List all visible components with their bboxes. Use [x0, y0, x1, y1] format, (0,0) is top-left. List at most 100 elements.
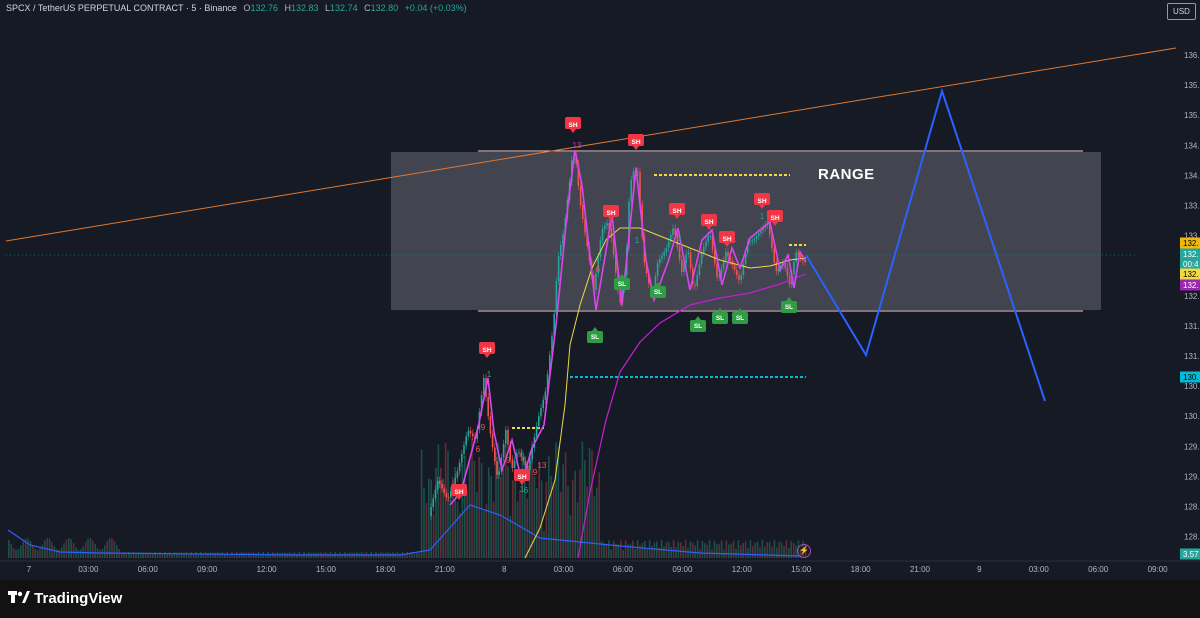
- candle-body: [661, 255, 663, 259]
- price-tick-label: 131.: [1184, 322, 1200, 331]
- time-tick-label: 03:00: [1029, 565, 1050, 574]
- bolt-icon[interactable]: ⚡: [797, 544, 811, 558]
- volume-bar: [502, 469, 504, 558]
- volume-bar: [646, 548, 648, 558]
- time-tick-label: 18:00: [375, 565, 396, 574]
- price-axis[interactable]: 136.135.135.134.134.133.133.132.132.131.…: [1184, 51, 1200, 542]
- volume-bar: [605, 545, 608, 558]
- candle-body: [518, 452, 520, 454]
- volume-bar: [634, 549, 636, 558]
- count-label: 9: [506, 456, 511, 465]
- price-tick-label: 128.: [1184, 533, 1200, 542]
- candle-body: [601, 228, 604, 241]
- volume-bar: [536, 488, 538, 558]
- volume-bar: [689, 541, 692, 558]
- volume-bar: [473, 460, 476, 558]
- price-tick-label: 133.: [1184, 202, 1200, 211]
- price-tick-label: 128.: [1184, 503, 1200, 512]
- volume-bar: [164, 552, 166, 558]
- volume-bar: [296, 553, 298, 558]
- volume-bar: [680, 542, 682, 558]
- symbol-header: SPCX / TetherUS PERPETUAL CONTRACT · 5 ·…: [6, 3, 467, 13]
- swing-high-pointer: [633, 146, 639, 150]
- swing-high-marker: SH: [479, 342, 495, 358]
- volume-bar: [27, 538, 29, 558]
- volume-bar: [783, 546, 785, 558]
- volume-bar: [250, 552, 252, 558]
- currency-button[interactable]: USD: [1167, 3, 1196, 20]
- candle-body: [456, 471, 459, 478]
- candle-body: [469, 430, 472, 434]
- volume-bar: [394, 553, 396, 558]
- candle-body: [441, 484, 443, 489]
- price-badge: 132.: [1180, 248, 1200, 260]
- candle-body: [736, 269, 738, 275]
- price-badge-label: 132.: [1183, 239, 1199, 248]
- volume-bar: [29, 540, 32, 558]
- candle-body: [740, 275, 742, 281]
- candle-body: [685, 254, 687, 264]
- symbol-title[interactable]: SPCX / TetherUS PERPETUAL CONTRACT · 5 ·…: [6, 3, 237, 13]
- volume-bar: [471, 438, 473, 558]
- open-value: 132.76: [250, 3, 278, 13]
- volume-bar: [701, 540, 704, 558]
- candle-body: [672, 228, 674, 235]
- candle-body: [659, 259, 661, 264]
- volume-bar: [490, 476, 492, 558]
- candle-body: [461, 454, 463, 463]
- candle-body: [700, 253, 703, 264]
- time-tick-label: 9: [977, 565, 982, 574]
- swing-high-marker: SH: [628, 134, 644, 150]
- volume-bar: [675, 547, 677, 558]
- time-tick-label: 12:00: [732, 565, 753, 574]
- time-axis[interactable]: 7 03:00 06:00 09:00 12:00 15:00 18:00 21:00 8 03:…: [27, 565, 1168, 574]
- swing-marker-label: SH: [517, 474, 526, 481]
- volume-bar: [65, 539, 68, 558]
- volume-bar: [732, 540, 735, 558]
- candle-body: [489, 416, 492, 434]
- volume-bar: [10, 543, 12, 558]
- tradingview-logo[interactable]: TradingView: [8, 590, 122, 607]
- candle-body: [738, 275, 740, 281]
- time-tick-label: 21:00: [435, 565, 456, 574]
- swing-low-pointer: [695, 316, 701, 320]
- swing-marker-label: SH: [568, 122, 577, 129]
- candle-body: [511, 459, 514, 468]
- volume-bar: [200, 552, 202, 558]
- volume-bar: [555, 442, 557, 558]
- footer-bar: TradingView: [0, 580, 1200, 618]
- volume-bar: [70, 539, 72, 558]
- volume-bar: [327, 553, 329, 558]
- change-value: +0.04 (+0.03%): [404, 3, 467, 13]
- volume-bar: [694, 545, 696, 558]
- volume-bar: [20, 545, 22, 558]
- volume-bar: [406, 552, 408, 558]
- swing-high-pointer: [484, 354, 490, 358]
- volume-bar: [572, 479, 574, 558]
- price-tick-label: 129.: [1184, 442, 1200, 451]
- price-badge: 132.: [1180, 268, 1200, 280]
- candle-body: [599, 240, 602, 257]
- volume-bar: [677, 541, 680, 558]
- volume-bar: [538, 462, 540, 558]
- candle-body: [465, 436, 467, 446]
- volume-bar: [255, 553, 257, 558]
- candle-body: [795, 252, 797, 262]
- candle-body: [436, 480, 439, 490]
- swing-marker-label: SL: [785, 304, 793, 311]
- volume-bar: [596, 487, 598, 558]
- volume-bar: [461, 463, 464, 558]
- volume-bar: [104, 545, 106, 558]
- candle-body: [467, 430, 470, 437]
- volume-bar: [624, 540, 627, 558]
- price-chart[interactable]: 196913691136116118 SHSHSHSHSHSHSHSHSHSHS…: [0, 0, 1200, 580]
- volume-bar: [34, 548, 36, 558]
- volume-bar: [432, 514, 435, 558]
- volume-bar: [752, 545, 754, 558]
- volume-bar: [125, 553, 128, 558]
- volume-bar: [447, 451, 449, 558]
- count-label: 6: [677, 234, 682, 243]
- volume-bar: [466, 490, 468, 558]
- volume-bar: [480, 462, 483, 558]
- candle-body: [793, 261, 795, 274]
